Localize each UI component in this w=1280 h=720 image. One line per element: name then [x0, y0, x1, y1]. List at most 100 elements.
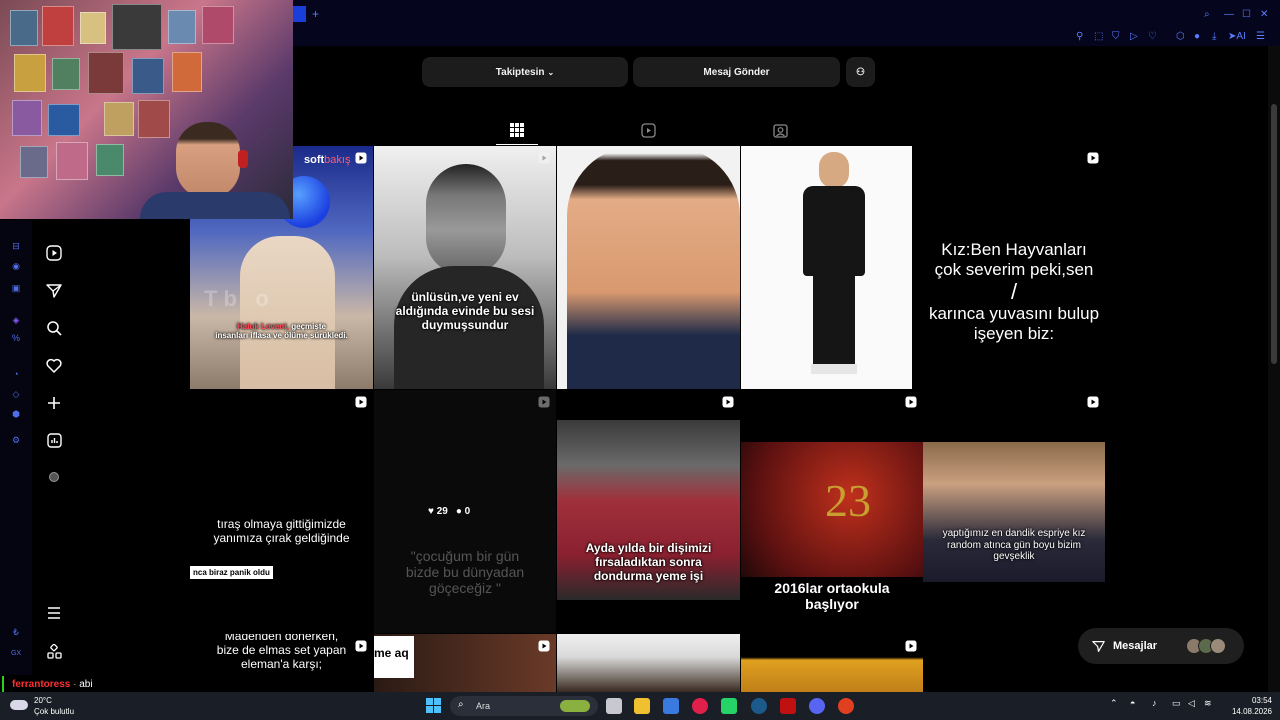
- discord-icon[interactable]: ◈: [10, 314, 22, 326]
- boy-legs-image: [813, 272, 855, 367]
- following-button[interactable]: Takiptesin ⌄: [422, 57, 628, 87]
- sidebar-dashboard[interactable]: [44, 430, 64, 450]
- streamer-head: [176, 122, 240, 198]
- post-stats: ♥ 29 ● 0: [428, 506, 470, 517]
- search-icon: [47, 321, 62, 336]
- grid-post-10[interactable]: yaptığımız en dandik espriye kız random …: [923, 390, 1105, 633]
- chrome-icon[interactable]: [838, 698, 854, 714]
- caption-rest: geçmişte: [289, 322, 326, 331]
- grid-post-13[interactable]: [557, 634, 740, 692]
- downloads-icon[interactable]: ⤓: [1212, 31, 1216, 43]
- scrollbar-thumb[interactable]: [1271, 104, 1277, 364]
- wall-poster: [202, 6, 234, 44]
- tray-wifi-icon[interactable]: ≋: [1204, 698, 1212, 709]
- caption-line-5: işeyen biz:: [973, 323, 1055, 343]
- bookmark-icon[interactable]: ◇: [10, 388, 22, 400]
- reel-icon: [722, 396, 734, 408]
- active-tab[interactable]: [293, 6, 306, 22]
- task-view-icon[interactable]: [606, 698, 622, 714]
- reels-icon: [640, 122, 656, 138]
- grid-post-4[interactable]: [741, 146, 923, 389]
- steam-icon[interactable]: [751, 698, 767, 714]
- shield-icon[interactable]: ⛉: [1112, 31, 1120, 43]
- chart-icon: [46, 432, 62, 448]
- tray-chevron-icon[interactable]: ⌃: [1110, 698, 1118, 709]
- wall-poster: [112, 4, 162, 50]
- post-label: me aq: [374, 636, 414, 678]
- app-icon[interactable]: [780, 698, 796, 714]
- suggested-users-button[interactable]: ⚇: [846, 57, 875, 87]
- menu-icon[interactable]: ☰: [1256, 31, 1265, 43]
- tray-network-icon[interactable]: ◓: [1130, 698, 1135, 708]
- comments-count: 0: [464, 506, 471, 517]
- grid-post-3[interactable]: [557, 146, 740, 389]
- tab-tagged[interactable]: [760, 120, 800, 140]
- sidebar-notifications[interactable]: [44, 355, 64, 375]
- weather-cloud-icon: [10, 700, 28, 710]
- discord-icon[interactable]: [809, 698, 825, 714]
- heart-icon[interactable]: ♡: [1148, 31, 1157, 43]
- wallet-icon[interactable]: ₺: [10, 626, 22, 638]
- big-number: 23: [825, 475, 871, 526]
- windows-taskbar: 20°C Çok bulutlu ⌕ Ara ⌃ ◓ ♪ ▭ ◁ ≋ 03:54…: [0, 692, 1280, 720]
- tray-volume-icon[interactable]: ◁: [1188, 698, 1195, 709]
- profile-icon[interactable]: ●: [1194, 31, 1200, 43]
- play-icon[interactable]: ▷: [1130, 31, 1138, 43]
- cube-icon[interactable]: ⬢: [10, 408, 22, 420]
- gx-icon[interactable]: GX: [10, 648, 22, 660]
- tab-posts[interactable]: [497, 120, 537, 140]
- grid-post-8[interactable]: Ayda yılda bir dişimizi fırsaladıktan so…: [557, 390, 740, 633]
- messenger-icon[interactable]: ◉: [10, 260, 22, 272]
- sidebar-create[interactable]: [44, 393, 64, 413]
- sidebar-also-from-meta[interactable]: [44, 641, 64, 661]
- sidebar-reels[interactable]: [44, 243, 64, 263]
- store-icon[interactable]: [663, 698, 679, 714]
- settings-icon[interactable]: ⚙: [10, 434, 22, 446]
- send-message-button[interactable]: Mesaj Gönder: [633, 57, 840, 87]
- grid-post-7[interactable]: ♥ 29 ● 0 "çocuğum bir gün bizde bu dünya…: [374, 390, 556, 633]
- file-explorer-icon[interactable]: [634, 698, 650, 714]
- grid-post-2[interactable]: ünlüsün,ve yeni ev aldığında evinde bu s…: [374, 146, 556, 389]
- ai-button[interactable]: ➤AI: [1228, 31, 1246, 43]
- panel-icon[interactable]: ⊟: [10, 240, 22, 252]
- heart-icon: ♥: [428, 506, 434, 517]
- page-scrollbar[interactable]: [1268, 46, 1280, 692]
- minimize-icon[interactable]: —: [1224, 9, 1234, 21]
- grid-post-9[interactable]: 23 2016lar ortaokula başlıyor: [741, 390, 923, 633]
- caption-line-2: çok severim peki,sen: [934, 259, 1094, 279]
- clock[interactable]: 03:54 14.08.2026: [1222, 695, 1272, 717]
- apps-icon: [46, 643, 62, 659]
- post-caption: ünlüsün,ve yeni ev aldığında evinde bu s…: [395, 290, 535, 332]
- tray-mic-icon[interactable]: ♪: [1152, 698, 1157, 708]
- tab-reels[interactable]: [628, 120, 668, 140]
- maximize-icon[interactable]: ☐: [1242, 9, 1251, 21]
- search-icon[interactable]: ⌕: [1204, 9, 1210, 21]
- sidebar-profile[interactable]: [44, 467, 64, 487]
- reel-icon: [1087, 396, 1099, 408]
- instagram-icon[interactable]: ▣: [10, 282, 22, 294]
- grid-post-5[interactable]: Kız:Ben Hayvanları çok severim peki,sen …: [923, 146, 1105, 389]
- messages-button[interactable]: Mesajlar: [1078, 628, 1244, 664]
- wall-poster: [80, 12, 106, 44]
- history-icon[interactable]: ◔: [10, 368, 22, 380]
- close-icon[interactable]: ✕: [1260, 9, 1268, 21]
- tray-display-icon[interactable]: ▭: [1172, 698, 1181, 709]
- percent-icon[interactable]: %: [10, 332, 22, 344]
- taskbar-search[interactable]: ⌕ Ara: [450, 696, 598, 716]
- sidebar-search[interactable]: [44, 318, 64, 338]
- screenshot-icon[interactable]: ⬚: [1094, 31, 1103, 43]
- whatsapp-icon[interactable]: [721, 698, 737, 714]
- weather-widget[interactable]: 20°C Çok bulutlu: [10, 695, 100, 717]
- extensions-icon[interactable]: ⬡: [1176, 31, 1185, 43]
- plus-icon: [48, 397, 60, 409]
- avatar: [1210, 638, 1226, 654]
- grid-post-6[interactable]: tıraş olmaya gittiğimizde yanımıza çırak…: [190, 390, 373, 633]
- pin-icon[interactable]: ⚲: [1076, 31, 1083, 43]
- grid-post-14[interactable]: [741, 634, 923, 692]
- grid-post-12[interactable]: me aq: [374, 634, 556, 692]
- sidebar-more[interactable]: [44, 603, 64, 623]
- sidebar-messages[interactable]: [44, 281, 64, 301]
- new-tab-button[interactable]: +: [312, 7, 319, 21]
- windows-start-icon[interactable]: [426, 698, 441, 713]
- opera-gx-icon[interactable]: [692, 698, 708, 714]
